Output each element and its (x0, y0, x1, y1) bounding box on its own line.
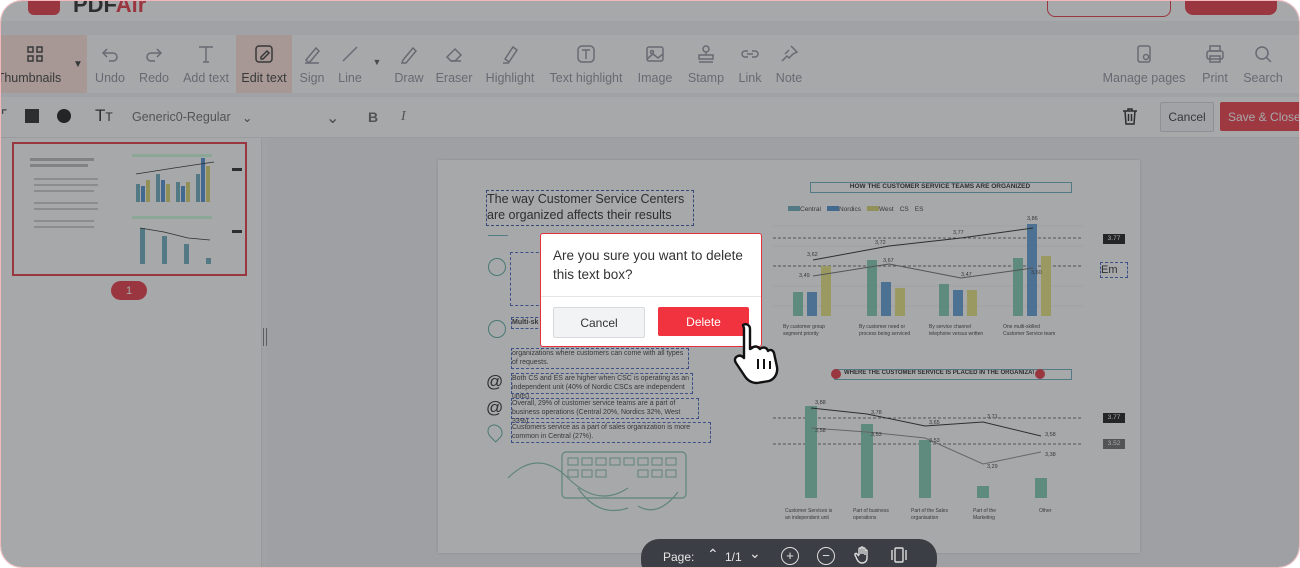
chevron-up-icon[interactable]: ⌃ (707, 546, 719, 563)
dialog-cancel-label: Cancel (580, 315, 618, 330)
dialog-delete-label: Delete (686, 314, 721, 329)
zoom-out-icon[interactable]: − (817, 547, 835, 565)
dialog-divider (541, 296, 761, 297)
app-window: PDFAir Thumbnails ▼ Undo Redo Add text E… (0, 0, 1300, 568)
zoom-in-icon[interactable]: + (781, 547, 799, 565)
hand-tool-icon[interactable] (853, 545, 873, 565)
hand-pointer-icon (733, 323, 779, 385)
dialog-cancel-button[interactable]: Cancel (553, 307, 645, 338)
dialog-message: Are you sure you want to delete this tex… (553, 248, 743, 282)
page-label: Page: (663, 550, 695, 564)
fit-page-icon[interactable] (889, 545, 909, 565)
page-counter: 1/1 (725, 550, 742, 564)
page-navigation-bar: Page: ⌃ 1/1 ⌄ + − (641, 539, 937, 567)
delete-confirm-dialog: Are you sure you want to delete this tex… (540, 233, 762, 347)
chevron-down-icon[interactable]: ⌄ (749, 545, 761, 562)
